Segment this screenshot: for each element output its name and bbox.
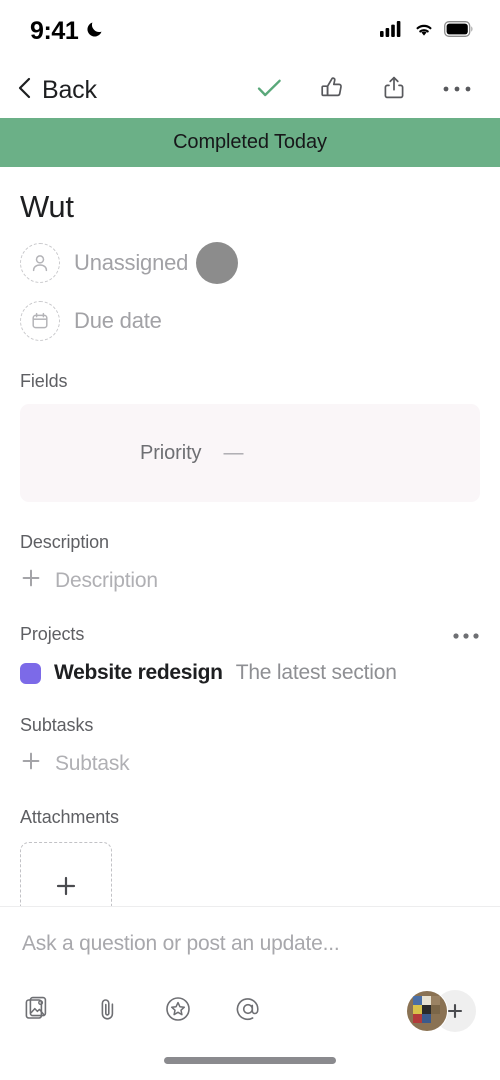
project-color-swatch [20,662,41,684]
home-indicator-area [0,1040,500,1080]
add-description-button[interactable]: Description [20,567,480,594]
add-attachment-button[interactable] [20,842,112,906]
cellular-signal-icon [380,20,404,42]
due-date-label: Due date [74,308,162,333]
priority-field-value: — [223,441,244,464]
paperclip-icon[interactable] [94,995,122,1028]
back-button[interactable]: Back [10,73,97,108]
home-indicator-bar[interactable] [164,1056,336,1064]
comment-composer: Ask a question or post an update... [0,906,500,1040]
composer-tools [20,995,262,1028]
navigation-actions [254,73,478,108]
composer-toolbar [20,956,480,1040]
add-subtask-label: Subtask [55,751,130,775]
description-heading: Description [20,532,109,552]
navigation-bar: Back [0,62,500,118]
photo-stack-icon[interactable] [24,995,52,1028]
project-item[interactable]: Website redesign The latest section [20,661,480,685]
completed-banner-label: Completed Today [173,131,327,153]
at-mention-icon[interactable] [234,995,262,1028]
priority-field-label: Priority [140,441,202,464]
back-button-label: Back [42,75,97,104]
ellipsis-icon[interactable] [442,81,472,99]
battery-full-icon [444,20,474,42]
share-icon[interactable] [380,74,408,107]
person-icon [20,243,60,283]
status-bar-right [380,20,474,42]
plus-icon [447,1003,463,1019]
task-title[interactable]: Wut [20,189,480,225]
projects-menu-button[interactable] [452,624,480,645]
fields-heading: Fields [20,371,68,391]
wifi-icon [413,21,435,42]
star-circle-icon[interactable] [164,995,192,1028]
status-bar-time: 9:41 [30,16,79,45]
ellipsis-icon [453,633,479,639]
due-date-row[interactable]: Due date [20,301,480,341]
crescent-moon-icon [85,19,105,44]
task-content: Wut Unassigned Due date Fields Priority … [0,167,500,906]
subtasks-heading: Subtasks [20,715,94,735]
fields-card[interactable]: Priority — [20,404,480,502]
projects-heading-row: Projects [20,624,480,645]
assignee-label: Unassigned [74,250,189,275]
projects-heading: Projects [20,624,85,644]
completed-banner: Completed Today [0,118,500,167]
chevron-left-icon [10,73,40,108]
plus-icon [20,567,42,594]
add-subtask-button[interactable]: Subtask [20,750,480,777]
collaborators [406,990,480,1032]
checkmark-icon[interactable] [254,73,284,108]
assignee-row[interactable]: Unassigned [20,243,480,283]
attachments-heading: Attachments [20,807,119,827]
thumbs-up-icon[interactable] [318,74,346,107]
status-bar: 9:41 [0,0,500,62]
plus-icon [20,750,42,777]
task-detail-screen: 9:41 Back Completed Today Wut Unassigned… [0,0,500,1080]
calendar-icon [20,301,60,341]
status-bar-left: 9:41 [30,17,105,46]
plus-icon [52,872,80,905]
avatar[interactable] [406,990,448,1032]
add-description-label: Description [55,568,158,592]
project-name: Website redesign [54,661,223,684]
project-section: The latest section [235,661,397,684]
comment-input[interactable]: Ask a question or post an update... [20,907,480,956]
